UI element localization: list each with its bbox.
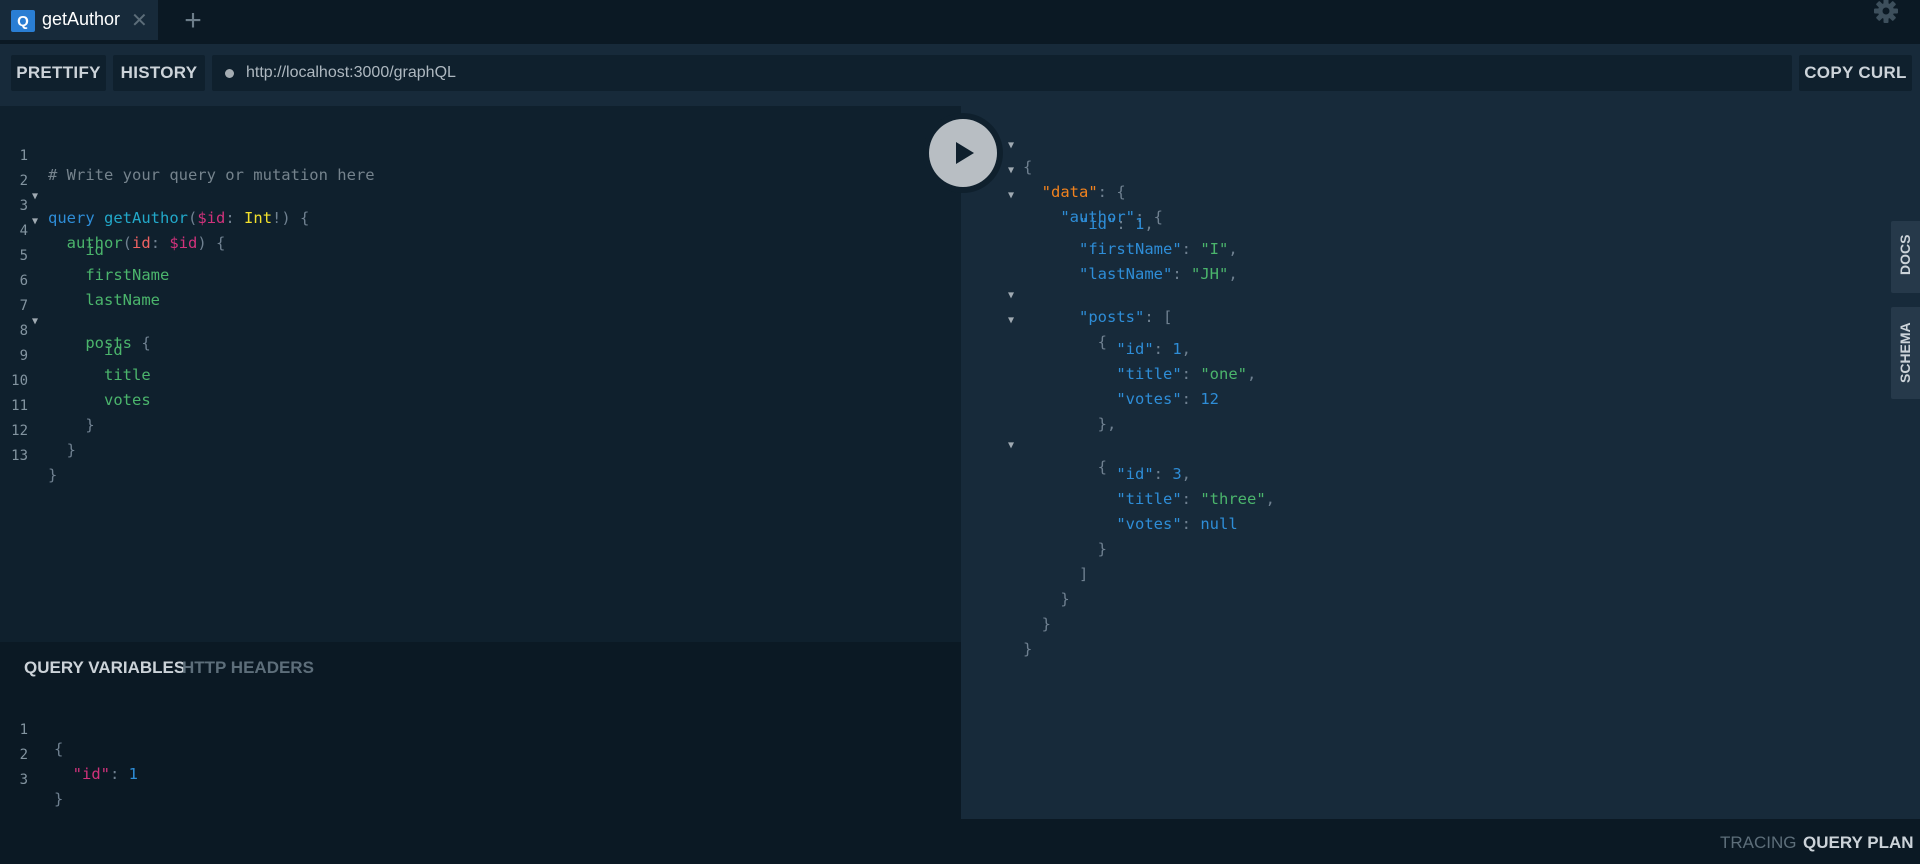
copy-curl-button[interactable]: COPY CURL <box>1799 55 1912 91</box>
status-dot-icon <box>225 68 234 78</box>
editor-line: 4 id <box>19 223 104 259</box>
result-line: "id": 1, <box>1079 215 1154 233</box>
schema-side-tab[interactable]: SCHEMA <box>1891 307 1920 399</box>
fold-arrow-icon[interactable]: ▼ <box>1008 165 1014 176</box>
editor-line: 1 # Write your query or mutation here <box>19 148 375 184</box>
query-editor[interactable]: 1 # Write your query or mutation here 2 … <box>0 106 961 642</box>
result-line: ▼ { <box>1008 440 1107 476</box>
docs-label: DOCS <box>1897 234 1913 275</box>
footer-bar: TRACING QUERY PLAN <box>961 819 1920 864</box>
editor-line: 9 title <box>19 348 151 384</box>
editor-line: 10 votes <box>11 373 151 409</box>
play-icon <box>956 142 974 164</box>
result-line: "id": 3, <box>1116 465 1192 483</box>
tab-title: getAuthor <box>42 9 121 29</box>
tab-http-headers[interactable]: HTTP HEADERS <box>182 658 314 678</box>
execute-query-button[interactable] <box>929 119 997 187</box>
result-line: "id": 1, <box>1116 340 1192 358</box>
editor-line: 12 } <box>11 423 76 459</box>
result-panel: ▼ { ▼ "data": { ▼ "author": { "id": 1, "… <box>961 106 1920 819</box>
query-plan-tab[interactable]: QUERY PLAN <box>1803 833 1914 853</box>
result-line: } <box>1023 640 1033 658</box>
tracing-tab[interactable]: TRACING <box>1720 833 1797 853</box>
docs-side-tab[interactable]: DOCS <box>1891 221 1920 293</box>
endpoint-url-input[interactable]: http://localhost:3000/graphQL <box>212 55 1792 91</box>
result-line: "votes": 12 <box>1116 390 1219 408</box>
result-line: } <box>1023 540 1107 558</box>
editor-line: 1 { <box>19 722 64 758</box>
result-line: "title": "three", <box>1116 490 1275 508</box>
editor-line: 5 firstName <box>19 248 170 284</box>
close-icon[interactable]: ✕ <box>131 8 148 33</box>
editor-line: 3 } <box>19 772 64 808</box>
tab-bar: Q getAuthor ✕ + <box>0 0 1920 44</box>
editor-line: 2 "id": 1 <box>19 747 139 783</box>
editor-line: 2 ▼ query getAuthor($id: Int!) { <box>19 173 310 227</box>
query-badge: Q <box>11 10 35 32</box>
toolbar: PRETTIFY HISTORY http://localhost:3000/g… <box>0 44 1920 106</box>
add-tab-icon[interactable]: + <box>175 2 211 40</box>
schema-label: SCHEMA <box>1897 322 1913 383</box>
prettify-button[interactable]: PRETTIFY <box>11 55 106 91</box>
gear-icon[interactable] <box>1871 0 1901 26</box>
result-line: "votes": null <box>1116 515 1238 533</box>
editor-line: 7 ▼ posts { <box>19 298 151 352</box>
result-line: } <box>1023 615 1051 633</box>
result-line: } <box>1023 590 1070 608</box>
fold-arrow-icon[interactable]: ▼ <box>1008 140 1014 151</box>
result-line: }, <box>1023 415 1117 433</box>
endpoint-url-text: http://localhost:3000/graphQL <box>246 64 456 81</box>
editor-line: 11 } <box>11 398 95 434</box>
result-line: "firstName": "I", <box>1079 240 1238 258</box>
tab-query-variables[interactable]: QUERY VARIABLES <box>24 658 185 678</box>
fold-arrow-icon[interactable]: ▼ <box>1008 290 1014 301</box>
query-variables-panel: QUERY VARIABLES HTTP HEADERS 1 { 2 "id":… <box>0 642 961 864</box>
fold-arrow-icon[interactable]: ▼ <box>1008 190 1014 201</box>
editor-line: 6 lastName <box>19 273 160 309</box>
tab-getauthor[interactable]: Q getAuthor ✕ <box>0 0 158 40</box>
fold-arrow-icon[interactable]: ▼ <box>1008 440 1014 451</box>
editor-line: 8 id <box>19 323 123 359</box>
result-line: ▼ { <box>1008 315 1107 351</box>
result-line: "lastName": "JH", <box>1079 265 1238 283</box>
editor-line: 13 } <box>11 448 58 484</box>
fold-arrow-icon[interactable]: ▼ <box>1008 315 1014 326</box>
result-line: ▼ "posts": [ <box>1008 290 1173 326</box>
result-line: "title": "one", <box>1116 365 1257 383</box>
history-button[interactable]: HISTORY <box>113 55 205 91</box>
editor-line: 3 ▼ author(id: $id) { <box>19 198 226 252</box>
result-line: ] <box>1023 565 1089 583</box>
